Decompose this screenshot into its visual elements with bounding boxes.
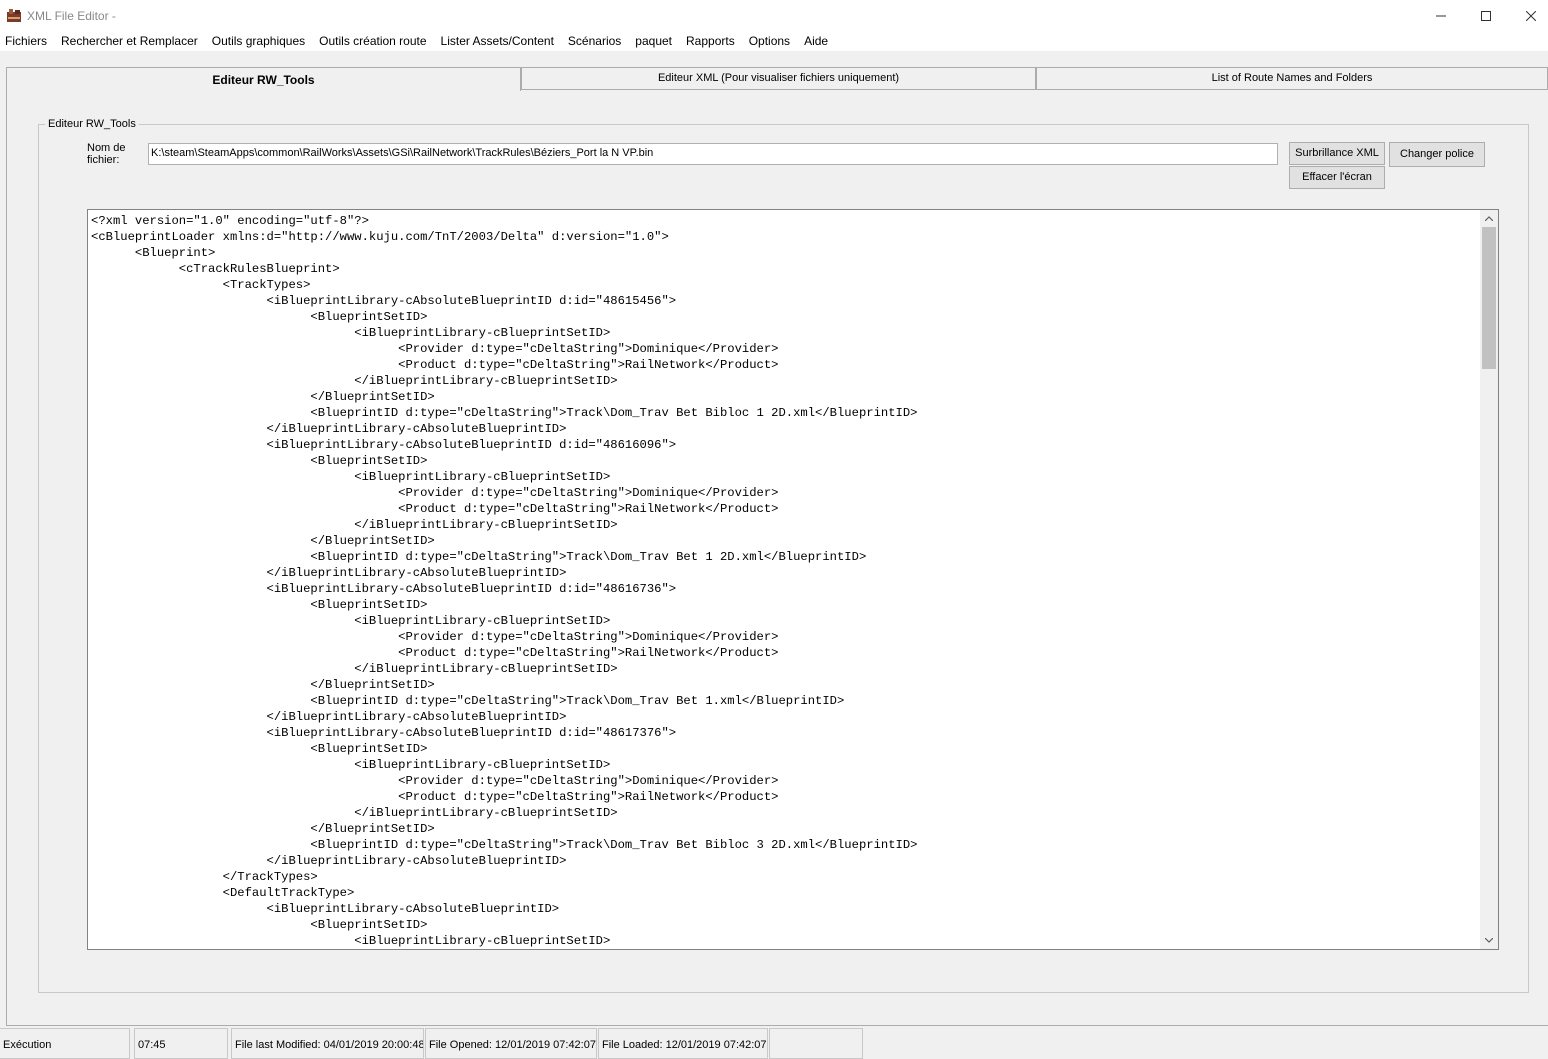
code-line: </BlueprintSetID> — [91, 678, 435, 692]
code-line: </iBlueprintLibrary-cBlueprintSetID> — [91, 662, 618, 676]
menu-aide[interactable]: Aide — [797, 31, 835, 51]
code-line: <iBlueprintLibrary-cBlueprintSetID> — [91, 934, 611, 948]
code-line: <BlueprintSetID> — [91, 310, 428, 324]
groupbox-label: Editeur RW_Tools — [45, 118, 139, 130]
chevron-up-icon — [1485, 216, 1493, 221]
code-line: <BlueprintID d:type="cDeltaString">Track… — [91, 694, 845, 708]
code-line: <Provider d:type="cDeltaString">Dominiqu… — [91, 342, 779, 356]
code-line: <Provider d:type="cDeltaString">Dominiqu… — [91, 774, 779, 788]
window-title: XML File Editor - — [27, 9, 116, 23]
status-extra — [769, 1028, 863, 1059]
code-line: </BlueprintSetID> — [91, 390, 435, 404]
menu-rechercher-remplacer[interactable]: Rechercher et Remplacer — [54, 31, 205, 51]
code-line: </iBlueprintLibrary-cAbsoluteBlueprintID… — [91, 566, 567, 580]
change-font-button[interactable]: Changer police — [1389, 142, 1485, 167]
code-line: <iBlueprintLibrary-cBlueprintSetID> — [91, 326, 611, 340]
code-line: <TrackTypes> — [91, 278, 311, 292]
status-mode: Exécution — [0, 1028, 130, 1059]
xml-highlight-button[interactable]: Surbrillance XML — [1289, 142, 1385, 165]
status-file-loaded: File Loaded: 12/01/2019 07:42:07 — [598, 1028, 768, 1059]
scroll-down-button[interactable] — [1480, 932, 1498, 949]
menu-scenarios[interactable]: Scénarios — [561, 31, 628, 51]
code-line: </iBlueprintLibrary-cAbsoluteBlueprintID… — [91, 422, 567, 436]
code-line: <cTrackRulesBlueprint> — [91, 262, 340, 276]
menu-fichiers[interactable]: Fichiers — [0, 31, 54, 51]
code-line: <iBlueprintLibrary-cAbsoluteBlueprintID … — [91, 294, 677, 308]
code-line: <BlueprintSetID> — [91, 598, 428, 612]
status-time: 07:45 — [134, 1028, 228, 1059]
status-last-modified: File last Modified: 04/01/2019 20:00:48 — [231, 1028, 424, 1059]
code-line: </BlueprintSetID> — [91, 534, 435, 548]
close-icon — [1526, 10, 1536, 21]
xml-code[interactable]: <?xml version="1.0" encoding="utf-8"?> <c… — [91, 213, 1476, 949]
status-bar: Exécution 07:45 File last Modified: 04/0… — [0, 1027, 1548, 1059]
status-file-opened: File Opened: 12/01/2019 07:42:07 — [425, 1028, 597, 1059]
tab-strip: Editeur RW_Tools Editeur XML (Pour visua… — [6, 67, 1548, 91]
code-line: <iBlueprintLibrary-cAbsoluteBlueprintID … — [91, 438, 677, 452]
menu-outils-creation-route[interactable]: Outils création route — [312, 31, 433, 51]
code-line: <BlueprintID d:type="cDeltaString">Track… — [91, 406, 918, 420]
code-line: <Provider d:type="cDeltaString">Dominiqu… — [91, 486, 779, 500]
scroll-thumb[interactable] — [1482, 227, 1496, 369]
tab-editeur-rw-tools[interactable]: Editeur RW_Tools — [6, 67, 521, 91]
code-line: </BlueprintSetID> — [91, 822, 435, 836]
code-line: </iBlueprintLibrary-cBlueprintSetID> — [91, 518, 618, 532]
filename-field[interactable]: K:\steam\SteamApps\common\RailWorks\Asse… — [148, 143, 1278, 165]
code-line: <iBlueprintLibrary-cAbsoluteBlueprintID … — [91, 726, 677, 740]
minimize-icon — [1436, 15, 1446, 16]
filename-label: Nom de fichier: — [87, 142, 126, 166]
xml-editor[interactable]: <?xml version="1.0" encoding="utf-8"?> <c… — [87, 209, 1499, 950]
close-button[interactable] — [1508, 0, 1548, 31]
minimize-button[interactable] — [1418, 0, 1464, 31]
tab-editeur-xml[interactable]: Editeur XML (Pour visualiser fichiers un… — [521, 67, 1036, 89]
menu-options[interactable]: Options — [742, 31, 797, 51]
code-line: <iBlueprintLibrary-cBlueprintSetID> — [91, 614, 611, 628]
code-line: </iBlueprintLibrary-cAbsoluteBlueprintID… — [91, 710, 567, 724]
code-line: <iBlueprintLibrary-cBlueprintSetID> — [91, 758, 611, 772]
app-icon — [7, 9, 21, 22]
maximize-icon — [1481, 10, 1491, 21]
menu-rapports[interactable]: Rapports — [679, 31, 742, 51]
menu-outils-graphiques[interactable]: Outils graphiques — [205, 31, 312, 51]
code-line: <Product d:type="cDeltaString">RailNetwo… — [91, 646, 779, 660]
code-line: </iBlueprintLibrary-cBlueprintSetID> — [91, 374, 618, 388]
code-line: <BlueprintID d:type="cDeltaString">Track… — [91, 838, 918, 852]
code-line: <BlueprintID d:type="cDeltaString">Track… — [91, 550, 867, 564]
code-line: </TrackTypes> — [91, 870, 318, 884]
code-line: <iBlueprintLibrary-cAbsoluteBlueprintID … — [91, 582, 677, 596]
menu-paquet[interactable]: paquet — [628, 31, 679, 51]
code-line: <?xml version="1.0" encoding="utf-8"?> — [91, 214, 369, 228]
clear-screen-button[interactable]: Effacer l'écran — [1289, 166, 1385, 189]
code-line: <Product d:type="cDeltaString">RailNetwo… — [91, 502, 779, 516]
tab-route-names[interactable]: List of Route Names and Folders — [1036, 67, 1548, 89]
code-line: <Provider d:type="cDeltaString">Dominiqu… — [91, 630, 779, 644]
code-line: <BlueprintSetID> — [91, 918, 428, 932]
code-line: <Product d:type="cDeltaString">RailNetwo… — [91, 358, 779, 372]
code-line: <BlueprintSetID> — [91, 454, 428, 468]
vertical-scrollbar[interactable] — [1480, 210, 1498, 949]
title-bar: XML File Editor - — [0, 0, 1548, 31]
menu-bar: Fichiers Rechercher et Remplacer Outils … — [0, 31, 1548, 51]
scroll-up-button[interactable] — [1480, 210, 1498, 227]
code-line: </iBlueprintLibrary-cBlueprintSetID> — [91, 806, 618, 820]
code-line: <iBlueprintLibrary-cBlueprintSetID> — [91, 470, 611, 484]
code-line: <DefaultTrackType> — [91, 886, 355, 900]
code-line: <iBlueprintLibrary-cAbsoluteBlueprintID> — [91, 902, 560, 916]
menu-lister-assets[interactable]: Lister Assets/Content — [434, 31, 561, 51]
code-line: <BlueprintSetID> — [91, 742, 428, 756]
code-line: <Product d:type="cDeltaString">RailNetwo… — [91, 790, 779, 804]
code-line: <Blueprint> — [91, 246, 216, 260]
code-line: <cBlueprintLoader xmlns:d="http://www.ku… — [91, 230, 669, 244]
code-line: </iBlueprintLibrary-cAbsoluteBlueprintID… — [91, 854, 567, 868]
chevron-down-icon — [1485, 938, 1493, 943]
maximize-button[interactable] — [1463, 0, 1509, 31]
